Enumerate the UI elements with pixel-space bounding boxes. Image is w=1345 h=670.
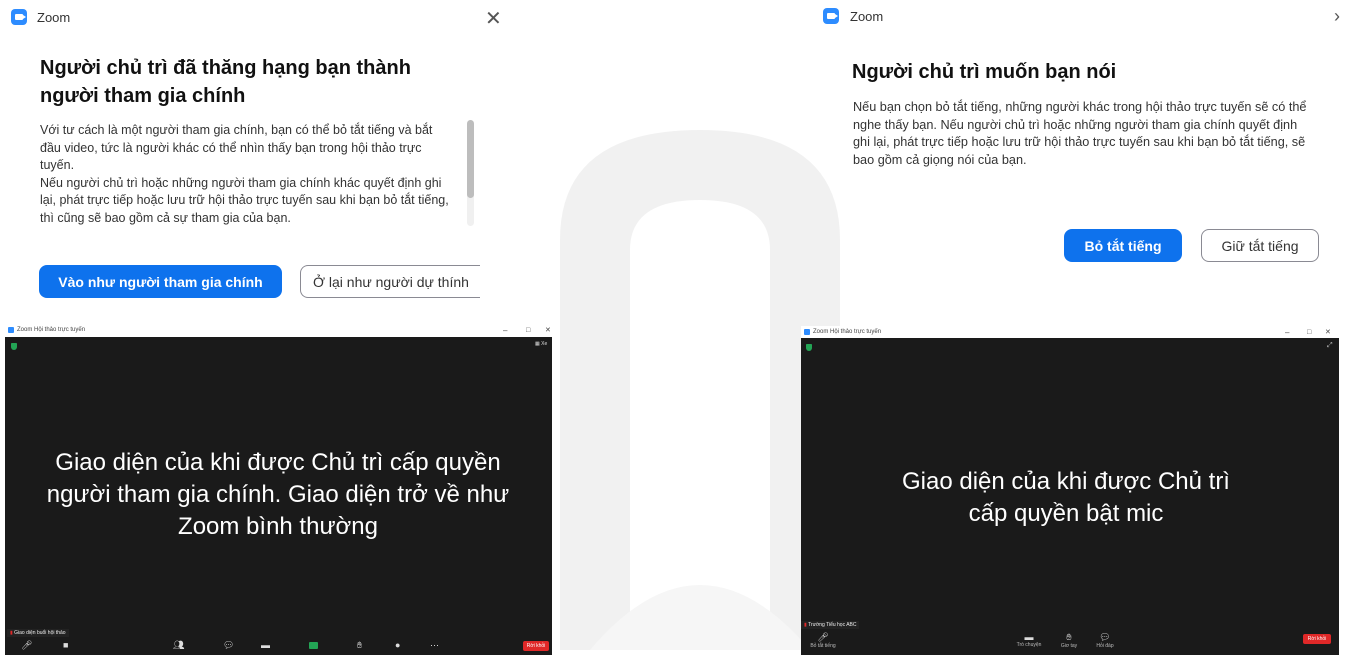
close-icon[interactable]: ✕ <box>485 6 502 31</box>
raise-hand-toolbar-button[interactable]: ✋︎ Giơ tay <box>1055 632 1083 649</box>
stay-muted-button[interactable]: Giữ tắt tiếng <box>1201 229 1319 262</box>
view-icon: ▦ <box>535 341 540 347</box>
dialog-title: Người chủ trì muốn bạn nói <box>852 61 1117 83</box>
zoom-logo-icon <box>823 8 839 24</box>
chat-icon[interactable]: ▬ <box>261 640 270 650</box>
mic-muted-icon: ▮ <box>10 630 13 636</box>
raise-hand-label: Giơ tay <box>1060 643 1078 649</box>
video-area: ⤢ Giao diện của khi được Chủ trì cấp quy… <box>801 338 1339 655</box>
video-camera-icon[interactable]: ■ <box>63 640 68 650</box>
maximize-icon[interactable]: □ <box>1307 329 1311 336</box>
stay-as-attendee-button[interactable]: Ở lại như người dự thính <box>300 265 480 298</box>
chat-label: Trò chuyện <box>1016 642 1042 648</box>
window-title: Zoom Hội thảo trực tuyến <box>813 329 882 335</box>
qa-icon[interactable]: 💬︎ <box>223 640 234 651</box>
shield-icon <box>11 343 17 350</box>
zoom-logo-icon <box>11 9 27 25</box>
raise-hand-icon[interactable]: ✋︎ <box>357 640 362 651</box>
caption-text: Giao diện của khi được Chủ trì cấp quyền… <box>46 449 510 540</box>
dialog-body: Nếu bạn chọn bỏ tắt tiếng, những người k… <box>853 100 1307 167</box>
participants-icon[interactable]: 👥︎ <box>173 640 184 651</box>
mic-muted-icon: ▮ <box>804 622 807 628</box>
caption-text: Giao diện của khi được Chủ trì cấp quyền… <box>902 468 1230 527</box>
name-tag: ▮ Giao diện buổi hội thảo <box>7 629 69 637</box>
share-screen-icon[interactable] <box>309 642 318 649</box>
leave-button[interactable]: Rời khỏi <box>1303 634 1331 644</box>
minimize-icon[interactable]: – <box>503 326 507 335</box>
microphone-icon: 🎤︎ <box>817 632 829 642</box>
chat-toolbar-button[interactable]: ▬ Trò chuyện <box>1011 632 1047 648</box>
name-tag-label: Giao diện buổi hội thảo <box>14 630 66 636</box>
scrollbar[interactable] <box>467 120 474 226</box>
dialog-app-name: Zoom <box>37 10 71 25</box>
more-icon[interactable]: ⋯ <box>430 640 439 651</box>
left-dialog: Zoom ✕ Người chủ trì đã thăng hạng bạn t… <box>0 0 520 310</box>
chat-icon: ▬ <box>1024 632 1034 642</box>
qa-label: Hỏi đáp <box>1096 643 1114 649</box>
scrollbar-thumb[interactable] <box>467 120 474 198</box>
minimize-icon[interactable]: – <box>1285 328 1289 337</box>
meeting-toolbar: 🎤︎ ■ 👥︎ 💬︎ ▬ ✋︎ ● ⋯ Rời khỏi <box>5 637 552 655</box>
qa-toolbar-button[interactable]: 💬︎ Hỏi đáp <box>1091 632 1119 649</box>
left-zoom-window: Zoom Hội thảo trực tuyến – □ ✕ ▦ Xe Giao… <box>5 323 552 655</box>
right-dialog: Zoom › Người chủ trì muốn bạn nói Nếu bạ… <box>812 0 1345 310</box>
view-button[interactable]: ▦ Xe <box>535 341 547 347</box>
unmute-label: Bỏ tắt tiếng <box>810 643 836 649</box>
name-tag: ▮ Trường Tiểu học ABC <box>801 621 860 629</box>
dialog-title: Người chủ trì đã thăng hạng bạn thành ng… <box>40 57 411 107</box>
dialog-body-paragraph-1: Với tư cách là một người tham gia chính,… <box>40 123 433 172</box>
maximize-icon[interactable]: □ <box>526 327 530 334</box>
close-icon[interactable]: ✕ <box>545 326 551 334</box>
shield-icon <box>806 344 812 351</box>
window-titlebar: Zoom Hội thảo trực tuyến – □ ✕ <box>801 326 1339 338</box>
zoom-logo-icon <box>804 329 810 335</box>
unmute-button[interactable]: Bỏ tắt tiếng <box>1064 229 1182 262</box>
zoom-logo-icon <box>8 327 14 333</box>
meeting-toolbar: 🎤︎ Bỏ tắt tiếng ▬ Trò chuyện ✋︎ Giơ tay … <box>801 630 1339 655</box>
right-zoom-window: Zoom Hội thảo trực tuyến – □ ✕ ⤢ Giao di… <box>801 326 1339 655</box>
close-icon[interactable]: ✕ <box>1325 328 1331 336</box>
window-titlebar: Zoom Hội thảo trực tuyến – □ ✕ <box>5 323 552 337</box>
join-as-panelist-button[interactable]: Vào như người tham gia chính <box>39 265 282 298</box>
chevron-right-icon[interactable]: › <box>1334 6 1340 27</box>
record-icon[interactable]: ● <box>395 640 400 650</box>
video-area: ▦ Xe Giao diện của khi được Chủ trì cấp … <box>5 337 552 655</box>
raise-hand-icon: ✋︎ <box>1066 632 1072 642</box>
unmute-toolbar-button[interactable]: 🎤︎ Bỏ tắt tiếng <box>803 632 843 649</box>
dialog-app-name: Zoom <box>850 9 884 24</box>
dialog-body-paragraph-2: Nếu người chủ trì hoặc những người tham … <box>40 175 449 225</box>
name-tag-label: Trường Tiểu học ABC <box>808 622 857 628</box>
view-label: Xe <box>541 341 548 347</box>
qa-icon: 💬︎ <box>1099 632 1111 642</box>
fullscreen-icon[interactable]: ⤢ <box>1327 342 1333 350</box>
window-title: Zoom Hội thảo trực tuyến <box>17 327 86 333</box>
dialog-body-scroll: Với tư cách là một người tham gia chính,… <box>40 122 455 228</box>
leave-button[interactable]: Rời khỏi <box>523 641 549 651</box>
microphone-icon[interactable]: 🎤︎ <box>21 640 32 651</box>
